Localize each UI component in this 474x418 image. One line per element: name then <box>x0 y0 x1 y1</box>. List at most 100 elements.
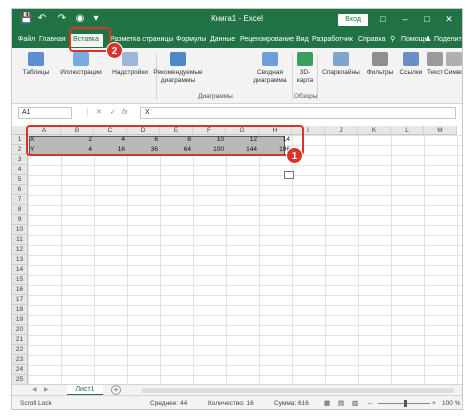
row-header[interactable]: 13 <box>12 255 28 265</box>
row-header[interactable]: 25 <box>12 375 28 384</box>
row-header[interactable]: 11 <box>12 235 28 245</box>
row-header[interactable]: 5 <box>12 175 28 185</box>
link-icon <box>403 52 419 66</box>
row-header[interactable]: 19 <box>12 315 28 325</box>
filters-label: Фильтры <box>366 69 394 76</box>
row-header[interactable]: 14 <box>12 265 28 275</box>
row-header[interactable]: 15 <box>12 275 28 285</box>
tab-view[interactable]: Вид <box>296 34 309 47</box>
pivot-chart-label: Сводная диаграмма <box>253 69 287 84</box>
row-header[interactable]: 18 <box>12 305 28 315</box>
tab-review[interactable]: Рецензирование <box>240 34 294 47</box>
add-sheet-icon[interactable]: + <box>111 385 121 395</box>
3d-map-label: 3D-карта <box>296 69 314 84</box>
symbols-icon <box>446 52 462 66</box>
illustrations-button[interactable]: Иллюстрации <box>58 52 104 77</box>
ribbon-display-icon[interactable]: □ <box>376 13 390 25</box>
formula-input[interactable]: X <box>140 107 456 119</box>
name-box[interactable]: A1 <box>18 107 72 119</box>
insert-function-icon[interactable]: fx <box>122 107 127 119</box>
sparklines-label: Спарклайны <box>322 69 360 76</box>
zoom-level[interactable]: 100 % <box>442 399 460 408</box>
row-header[interactable]: 24 <box>12 365 28 375</box>
sheet-tab-bar: ◀ ▶ Лист1 + <box>12 384 462 396</box>
row-header[interactable]: 16 <box>12 285 28 295</box>
text-button[interactable]: Текст <box>424 52 446 77</box>
zoom-out-icon[interactable]: – <box>368 399 372 408</box>
pivot-chart-button[interactable]: Сводная диаграмма <box>248 52 292 85</box>
symbols-button[interactable]: Символы <box>444 52 463 77</box>
close-icon[interactable]: ✕ <box>442 13 456 25</box>
tab-help[interactable]: Справка <box>358 34 385 47</box>
illustrations-label: Иллюстрации <box>60 69 102 76</box>
tab-home[interactable]: Главная <box>39 34 66 47</box>
next-sheet-icon[interactable]: ▶ <box>44 385 49 395</box>
column-header[interactable]: L <box>391 126 424 135</box>
row-header[interactable]: 10 <box>12 225 28 235</box>
3d-map-button[interactable]: 3D-карта <box>294 52 316 85</box>
text-icon <box>427 52 443 66</box>
picture-icon <box>73 52 89 66</box>
links-button[interactable]: Ссылки <box>397 52 425 77</box>
filter-icon <box>372 52 388 66</box>
normal-view-icon[interactable]: ▦ <box>324 399 330 408</box>
window-title: Книга1 - Excel <box>211 14 263 23</box>
table-icon <box>28 52 44 66</box>
page-layout-icon[interactable]: ▤ <box>338 399 344 408</box>
minimize-icon[interactable]: – <box>398 13 412 25</box>
row-header[interactable]: 7 <box>12 195 28 205</box>
row-header[interactable]: 20 <box>12 325 28 335</box>
zoom-slider-thumb[interactable] <box>404 400 407 407</box>
maximize-icon[interactable]: □ <box>420 13 434 25</box>
row-header[interactable]: 9 <box>12 215 28 225</box>
scroll-lock-status: Scroll Lock <box>20 400 52 407</box>
ribbon-separator <box>292 54 293 100</box>
recommended-chart-icon <box>170 52 186 66</box>
symbols-label: Символы <box>444 69 463 76</box>
ribbon: Таблицы Иллюстрации Надстройки Рекоменду… <box>12 48 462 104</box>
annotation-badge-2: 2 <box>106 42 123 59</box>
row-header[interactable]: 12 <box>12 245 28 255</box>
zoom-in-icon[interactable]: + <box>432 399 436 408</box>
column-header[interactable]: K <box>358 126 391 135</box>
row-header[interactable]: 4 <box>12 165 28 175</box>
sum-status: Сумма: 616 <box>274 400 309 407</box>
average-status: Среднее: 44 <box>150 400 188 407</box>
recommended-charts-button[interactable]: Рекомендуемые диаграммы <box>146 52 210 85</box>
horizontal-scrollbar[interactable] <box>142 388 454 393</box>
annotation-box-insert-tab <box>69 27 111 52</box>
row-header[interactable]: 22 <box>12 345 28 355</box>
signin-button[interactable]: Вход <box>338 14 368 26</box>
worksheet-grid[interactable]: A B C D E F G H I J K L M 1 2 3 4 5 6 7 8 9 10 11 12 13 14 15 16 17 18… <box>12 126 462 384</box>
sparkline-icon <box>333 52 349 66</box>
links-label: Ссылки <box>399 69 423 76</box>
row-header[interactable]: 8 <box>12 205 28 215</box>
filters-button[interactable]: Фильтры <box>364 52 396 77</box>
row-header[interactable]: 17 <box>12 295 28 305</box>
cell-area[interactable] <box>28 135 462 384</box>
row-header[interactable]: 6 <box>12 185 28 195</box>
page-break-icon[interactable]: ▧ <box>352 399 358 408</box>
tables-label: Таблицы <box>22 69 50 76</box>
cancel-icon[interactable]: ✕ <box>96 107 102 119</box>
share-button[interactable]: Поделиться <box>434 34 462 46</box>
column-header[interactable]: J <box>325 126 358 135</box>
sparklines-button[interactable]: Спарклайны <box>320 52 362 77</box>
count-status: Количество: 16 <box>208 400 254 407</box>
addins-icon <box>122 52 138 66</box>
tab-developer[interactable]: Разработчик <box>312 34 353 47</box>
tab-file[interactable]: Файл <box>18 34 35 47</box>
column-header[interactable]: M <box>424 126 457 135</box>
tables-button[interactable]: Таблицы <box>18 52 54 77</box>
tab-formulas[interactable]: Формулы <box>176 34 206 47</box>
formula-bar: A1 ⋮ ✕ ✓ fx X <box>12 106 462 120</box>
row-header[interactable]: 3 <box>12 155 28 165</box>
row-header[interactable]: 23 <box>12 355 28 365</box>
row-header[interactable]: 21 <box>12 335 28 345</box>
tab-data[interactable]: Данные <box>210 34 235 47</box>
quick-analysis-icon[interactable] <box>284 171 294 179</box>
enter-icon[interactable]: ✓ <box>110 107 116 119</box>
lightbulb-icon[interactable]: ⚲ <box>390 34 395 46</box>
share-icon[interactable]: ♟ <box>425 34 431 46</box>
prev-sheet-icon[interactable]: ◀ <box>32 385 37 395</box>
